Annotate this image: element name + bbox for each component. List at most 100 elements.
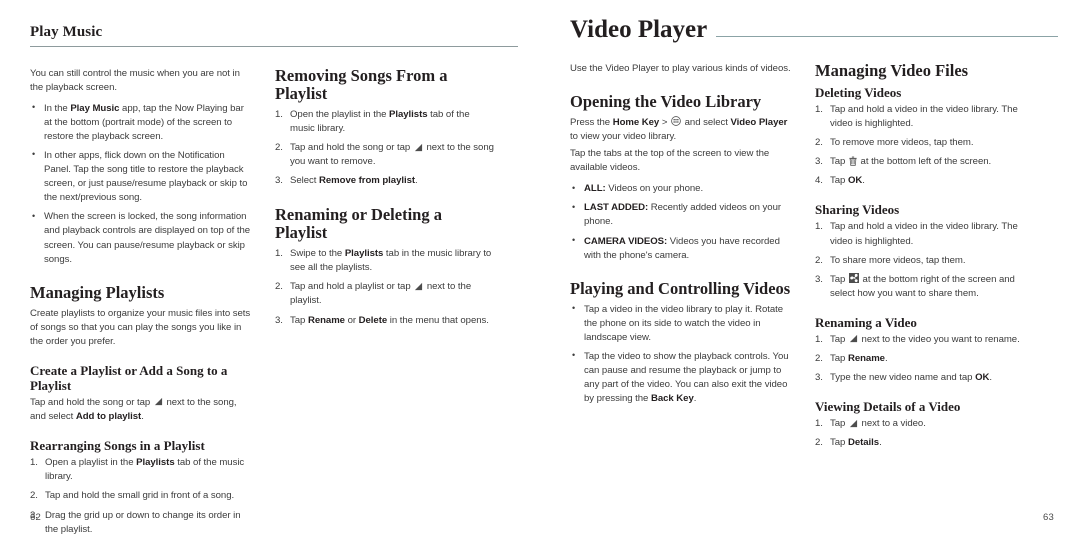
playback-control-bullets: In the Play Music app, tap the Now Playi… [30,101,251,267]
list-item: Tap Details. [815,436,1036,450]
body-text: Tap [830,333,848,345]
page-right: Video Player Use the Video Player to pla… [540,0,1080,539]
renaming-video-steps: Tap next to the video you want to rename… [815,333,1036,385]
body-text: . [415,175,418,187]
right-page-columns: Use the Video Player to play various kin… [570,61,1058,456]
menu-triangle-icon [413,142,423,152]
menu-triangle-icon [414,281,424,291]
list-item: Swipe to the Playlists tab in the music … [275,247,496,275]
heading-managing-video-files: Managing Video Files [815,61,969,80]
body-text: Tap [830,353,848,365]
emphasis-text: Remove from playlist [318,175,416,187]
emphasis-text: Add to playlist [75,411,142,423]
list-item: ALL: Videos on your phone. [570,182,791,196]
body-text: Videos on your phone. [605,183,704,195]
body-text: Tap and hold the small grid in front of … [45,490,235,502]
emphasis-text: Playlists [344,248,384,260]
body-text: Open the playlist in the [290,109,390,121]
list-item: Tap Rename or Delete in the menu that op… [275,314,496,328]
heading-playing-controlling-videos: Playing and Controlling Videos [570,278,791,298]
body-text: . [141,411,144,423]
heading-deleting-videos: Deleting Videos [815,84,902,100]
emphasis-text: Rename [847,353,885,365]
list-item: Tap and hold a video in the video librar… [815,103,1036,131]
menu-triangle-icon [848,334,858,344]
opening-library-paragraph: Press the Home Key > and select Video Pl… [570,116,791,144]
body-text: in the menu that opens. [387,314,489,326]
list-item: Select Remove from playlist. [275,174,496,188]
emphasis-text: OK [975,372,990,384]
emphasis-text: ALL: [584,183,606,195]
body-text: . [884,353,888,365]
body-text: . [879,437,882,449]
list-item: Tap the video to show the playback contr… [570,349,791,406]
menu-triangle-icon [153,397,163,407]
body-text: or [344,314,359,326]
body-text: next to a video. [858,418,926,430]
body-text: > [659,116,671,128]
playing-videos-bullets: Tap a video in the video library to play… [570,302,791,407]
list-item: Tap a video in the video library to play… [570,302,791,345]
renaming-playlist-steps: Swipe to the Playlists tab in the music … [275,247,496,328]
list-item: Tap at the bottom right of the screen an… [815,273,1036,301]
list-item: Tap and hold the song or tap next to the… [275,141,496,169]
video-tab-bullets: ALL: Videos on your phone. LAST ADDED: R… [570,182,791,262]
body-text: . [989,372,992,384]
body-text: to view your video library. [570,130,677,142]
heading-sharing-videos: Sharing Videos [815,202,900,218]
create-playlist-paragraph: Tap and hold the song or tap next to the… [30,396,251,424]
heading-managing-playlists: Managing Playlists [30,282,165,302]
emphasis-text: CAMERA VIDEOS: [584,235,668,247]
emphasis-text: LAST ADDED: [584,202,649,214]
heading-rearranging-songs: Rearranging Songs in a Playlist [30,438,205,454]
app-drawer-icon [671,116,681,127]
page-header-video-player: Video Player [570,0,1058,42]
page-header-play-music: Play Music [30,24,103,40]
body-text: In the [44,102,71,114]
body-text: next to the video you want to rename. [858,333,1020,345]
body-text: Swipe to the [290,248,345,260]
deleting-videos-steps: Tap and hold a video in the video librar… [815,103,1036,189]
emphasis-text: Playlists [389,109,428,121]
list-item: To share more videos, tap them. [815,254,1036,268]
left-column-2: Removing Songs From a Playlist Open the … [275,65,496,542]
heading-opening-video-library: Opening the Video Library [570,92,762,112]
emphasis-text: Play Music [70,102,120,114]
video-player-intro: Use the Video Player to play various kin… [570,63,791,74]
emphasis-text: Delete [358,314,388,326]
body-text: To share more videos, tap them. [830,254,966,266]
list-item: Open the playlist in the Playlists tab o… [275,108,496,136]
body-text: Tap [830,437,848,449]
managing-playlists-paragraph: Create playlists to organize your music … [30,307,251,347]
list-item: Tap and hold a playlist or tap next to t… [275,280,496,308]
list-item: Tap Rename. [815,352,1036,366]
manual-spread: Play Music You can still control the mus… [0,0,1080,539]
list-item: Tap at the bottom left of the screen. [815,155,1036,169]
body-text: and select [682,116,731,128]
page-left: Play Music You can still control the mus… [0,0,540,539]
emphasis-text: Details [847,437,880,449]
list-item: Tap OK. [815,174,1036,188]
list-item: Tap next to the video you want to rename… [815,333,1036,347]
page-title: Video Player [570,16,708,43]
emphasis-text: Rename [307,314,345,326]
list-item: Type the new video name and tap OK. [815,371,1036,385]
emphasis-text: Back Key [650,393,694,405]
body-text: Tap and hold a video in the video librar… [830,103,1018,129]
intro-paragraph: You can still control the music when you… [30,67,240,93]
body-text: To remove more videos, tap them. [830,137,974,149]
list-item: Tap and hold the small grid in front of … [30,489,251,503]
body-text: Tap and hold a video in the video librar… [830,221,1018,247]
trash-icon [849,156,857,166]
body-text: In other apps, flick down on the Notific… [44,149,248,204]
body-text: When the screen is locked, the song info… [44,211,251,265]
left-page-columns: You can still control the music when you… [30,65,518,542]
viewing-details-steps: Tap next to a video. Tap Details. [815,417,1036,450]
menu-triangle-icon [848,418,858,428]
list-item: LAST ADDED: Recently added videos on you… [570,201,791,229]
body-text: Tap [830,418,848,430]
list-item: Open a playlist in the Playlists tab of … [30,456,251,484]
body-text: Select [290,175,319,187]
heading-removing-songs: Removing Songs From a Playlist [275,65,448,104]
sharing-videos-steps: Tap and hold a video in the video librar… [815,220,1036,300]
